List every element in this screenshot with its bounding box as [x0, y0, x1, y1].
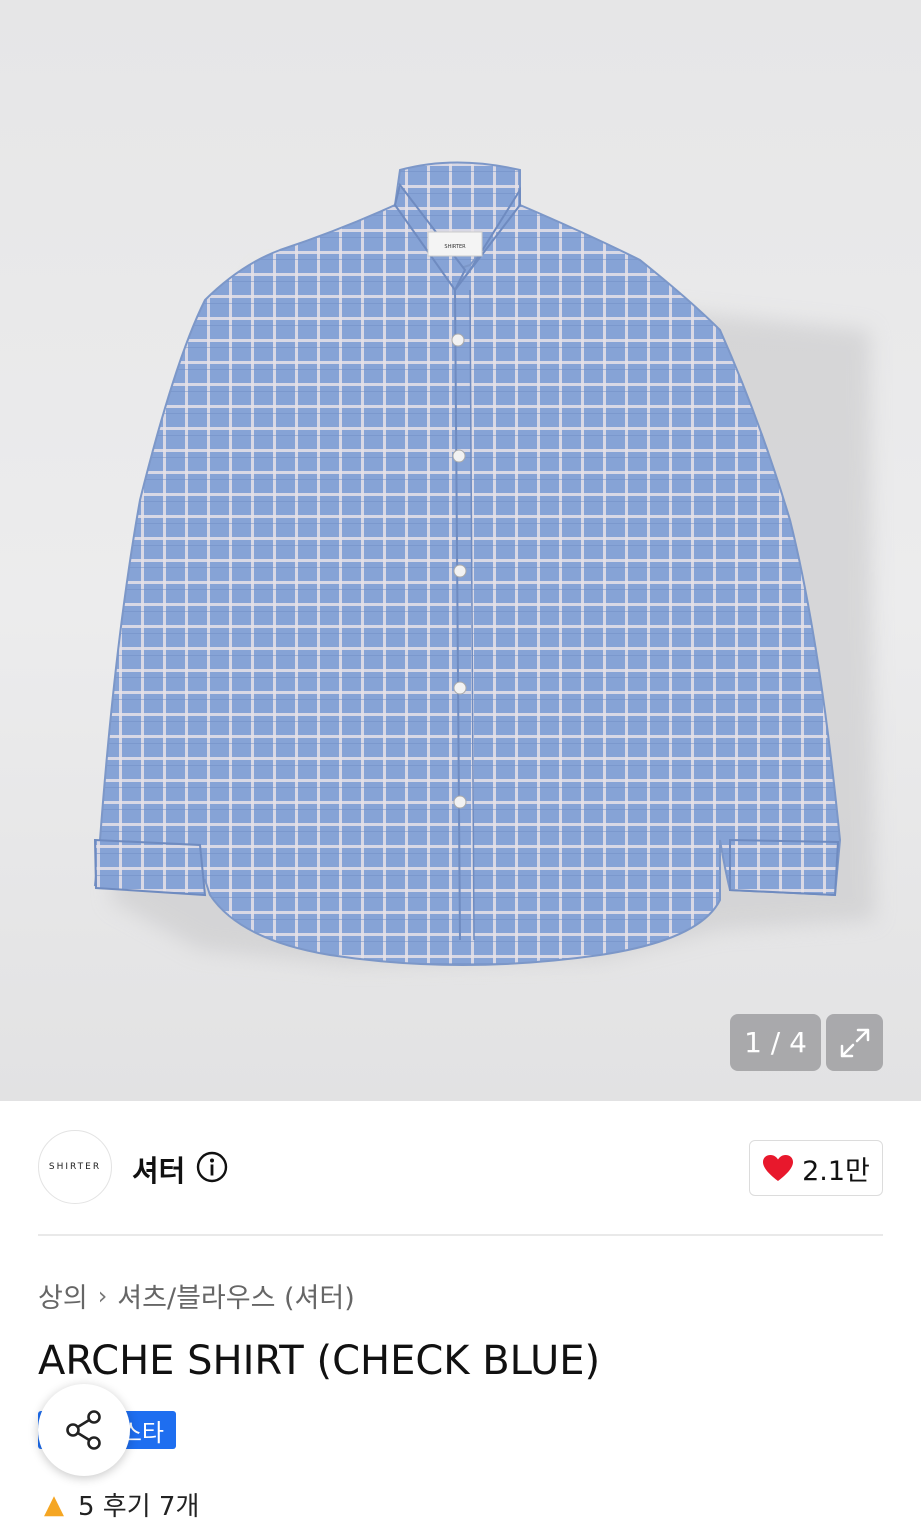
product-image[interactable]: SHIRTER 1 / 4 [0, 0, 921, 1101]
breadcrumb-subcategory[interactable]: 셔츠/블라우스 (셔터) [117, 1276, 354, 1315]
product-title: ARCHE SHIRT (CHECK BLUE) [38, 1338, 601, 1384]
chevron-right-icon: › [97, 1281, 108, 1310]
share-icon [66, 1410, 101, 1450]
breadcrumb-category[interactable]: 상의 [38, 1276, 88, 1315]
expand-icon [840, 1028, 869, 1057]
image-counter: 1 / 4 [730, 1014, 821, 1071]
shirt-label: SHIRTER [444, 244, 466, 250]
brand-row: SHIRTER 셔터 2.1만 [38, 1130, 883, 1206]
review-summary[interactable]: ▲ 5 후기 7개 [44, 1486, 199, 1523]
brand-logo-text: SHIRTER [48, 1162, 102, 1172]
like-button[interactable]: 2.1만 [749, 1140, 883, 1196]
review-text: 5 후기 7개 [78, 1492, 200, 1522]
breadcrumb: 상의 › 셔츠/블라우스 (셔터) [38, 1276, 355, 1315]
like-count: 2.1만 [802, 1155, 870, 1187]
shirt-image: SHIRTER [93, 161, 875, 966]
share-button[interactable] [38, 1384, 130, 1476]
brand-name[interactable]: 셔터 [132, 1148, 185, 1190]
star-icon: ▲ [44, 1489, 64, 1520]
heart-icon [763, 1155, 794, 1181]
divider [38, 1234, 883, 1236]
brand-logo[interactable]: SHIRTER [38, 1130, 112, 1204]
info-icon[interactable] [196, 1151, 228, 1183]
expand-button[interactable] [826, 1014, 883, 1071]
